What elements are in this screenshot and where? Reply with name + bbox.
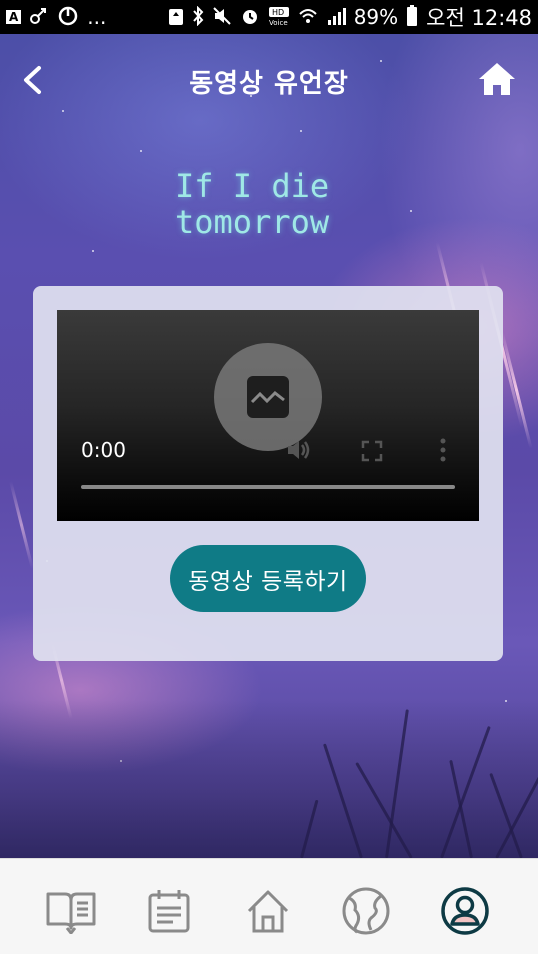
wifi-icon — [298, 6, 318, 29]
status-dots: ... — [87, 5, 107, 29]
mute-icon — [212, 6, 232, 29]
video-current-time: 0:00 — [81, 438, 126, 462]
app-header: 동영상 유언장 — [0, 46, 538, 116]
bottom-navigation — [0, 858, 538, 954]
chevron-left-icon — [24, 66, 41, 94]
svg-text:HD: HD — [272, 8, 284, 17]
bluetooth-icon — [192, 5, 204, 29]
nav-item-book[interactable] — [45, 885, 97, 937]
video-card: 0:00 동영상 등록하기 — [33, 286, 503, 661]
nav-item-profile[interactable] — [439, 885, 491, 937]
broken-image-icon — [247, 376, 289, 418]
book-icon — [46, 892, 96, 934]
link-icon — [29, 6, 49, 29]
battery-percent: 89% — [353, 5, 399, 29]
alarm-icon — [240, 6, 260, 29]
video-player[interactable]: 0:00 — [57, 310, 479, 521]
hero-caption: If I die tomorrow — [175, 168, 329, 240]
hero-line-1: If I die — [175, 167, 330, 205]
video-progress-bar[interactable] — [81, 485, 455, 489]
video-placeholder[interactable] — [214, 343, 322, 451]
hd-voice-icon: HD Voice — [268, 6, 290, 29]
hero-line-2: tomorrow — [175, 203, 330, 241]
register-video-button[interactable]: 동영상 등록하기 — [170, 545, 366, 612]
globe-icon — [342, 887, 390, 935]
status-bar: A ... HD Voice 89% 오전 12:48 — [0, 0, 538, 34]
volume-icon[interactable] — [286, 438, 312, 466]
nav-item-home[interactable] — [242, 885, 294, 937]
notification-a-icon: A — [6, 10, 22, 24]
nav-item-globe[interactable] — [340, 885, 392, 937]
battery-icon — [406, 4, 418, 30]
back-button[interactable] — [14, 60, 50, 100]
page-title: 동영상 유언장 — [189, 68, 349, 99]
profile-icon — [441, 887, 489, 935]
calendar-icon — [148, 890, 190, 933]
more-options-icon[interactable] — [439, 438, 447, 466]
sync-icon — [57, 5, 79, 30]
status-time: 오전 12:48 — [426, 6, 532, 30]
nav-item-calendar[interactable] — [143, 885, 195, 937]
fullscreen-icon[interactable] — [361, 440, 383, 466]
svg-text:Voice: Voice — [269, 19, 288, 26]
signal-icon — [326, 6, 346, 29]
home-icon — [247, 890, 289, 933]
home-button[interactable] — [476, 58, 518, 100]
recycle-icon — [168, 6, 184, 29]
home-icon — [479, 63, 515, 95]
